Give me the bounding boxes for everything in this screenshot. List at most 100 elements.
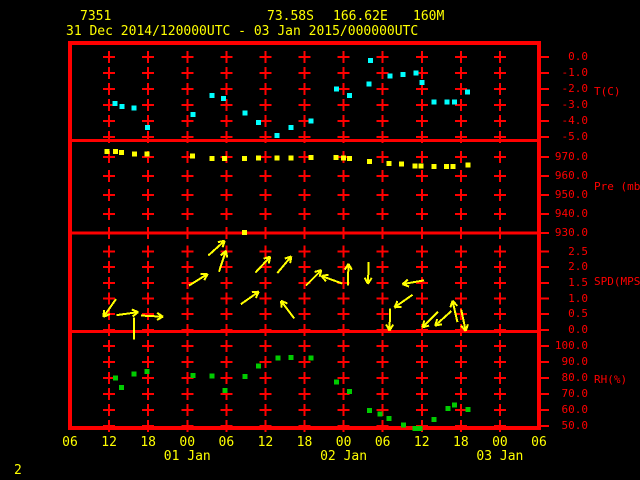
temperature-point bbox=[131, 105, 137, 111]
temperature-point bbox=[255, 120, 261, 126]
relative_humidity-point bbox=[275, 355, 281, 361]
temperature-point bbox=[346, 92, 352, 98]
station-longitude: 166.62E bbox=[333, 9, 388, 24]
y-tick-label-temperature: -4.0 bbox=[561, 114, 589, 127]
temperature-point bbox=[112, 100, 118, 106]
x-tick-label: 06 bbox=[62, 435, 78, 450]
pressure-point bbox=[255, 155, 261, 161]
y-tick-label-wind_speed: 1.0 bbox=[568, 291, 588, 305]
relative_humidity-point bbox=[465, 406, 471, 412]
temperature-point bbox=[464, 89, 470, 95]
x-date-label: 01 Jan bbox=[163, 449, 211, 464]
station-latitude: 73.58S bbox=[267, 9, 314, 24]
temperature-point bbox=[451, 99, 457, 105]
y-tick-label-wind_speed: 1.5 bbox=[568, 275, 588, 289]
x-tick-label: 00 bbox=[492, 435, 508, 450]
wind-arrow bbox=[280, 300, 295, 319]
wind-arrow-head bbox=[224, 250, 229, 258]
x-tick-label: 06 bbox=[218, 435, 235, 450]
y-tick-label-wind_speed: 2.0 bbox=[568, 260, 588, 274]
relative_humidity-point bbox=[144, 368, 150, 374]
x-date-label: 03 Jan bbox=[476, 449, 524, 464]
wind-arrow-head bbox=[289, 256, 293, 264]
x-tick-label: 12 bbox=[101, 435, 117, 450]
y-tick-label-relative_humidity: 50.0 bbox=[561, 418, 589, 432]
temperature-point bbox=[221, 96, 227, 102]
relative_humidity-point bbox=[222, 388, 228, 394]
relative_humidity-point bbox=[333, 379, 339, 385]
pressure-point bbox=[308, 154, 314, 160]
x-tick-label: 06 bbox=[374, 435, 391, 450]
temperature-point bbox=[413, 70, 419, 76]
wind-arrow bbox=[254, 255, 272, 274]
pressure-point bbox=[412, 163, 418, 169]
y-tick-label-wind_speed: 0.0 bbox=[568, 322, 588, 336]
y-tick-label-temperature: -2.0 bbox=[561, 82, 589, 96]
panel-unit-label-temperature: T(C) bbox=[594, 84, 621, 98]
temperature-point bbox=[400, 72, 406, 78]
pressure-point bbox=[346, 156, 352, 162]
wind-arrow-head bbox=[102, 309, 106, 318]
relative_humidity-point bbox=[451, 402, 457, 408]
pressure-point bbox=[399, 161, 405, 167]
pressure-point bbox=[341, 155, 347, 161]
temperature-point bbox=[190, 112, 196, 118]
pressure-point bbox=[418, 163, 424, 169]
wind-arrow bbox=[366, 261, 370, 284]
relative_humidity-point bbox=[346, 389, 352, 395]
relative_humidity-point bbox=[445, 405, 451, 411]
y-tick-label-wind_speed: 2.5 bbox=[568, 244, 588, 258]
station-id: 7351 bbox=[80, 9, 112, 24]
temperature-point bbox=[367, 57, 373, 63]
y-tick-label-pressure: 950.0 bbox=[554, 188, 588, 201]
relative_humidity-point bbox=[308, 355, 314, 361]
y-tick-label-temperature: -3.0 bbox=[561, 98, 589, 112]
y-tick-label-pressure: 930.0 bbox=[554, 226, 588, 239]
relative_humidity-point bbox=[412, 425, 418, 431]
wind-arrow bbox=[305, 269, 323, 287]
y-tick-label-relative_humidity: 70.0 bbox=[561, 386, 589, 400]
x-tick-label: 18 bbox=[140, 435, 156, 450]
panel-unit-label-pressure: Pre (mb) bbox=[594, 179, 640, 193]
relative_humidity-point bbox=[417, 425, 423, 431]
y-tick-label-pressure: 960.0 bbox=[554, 169, 588, 183]
pressure-point bbox=[131, 151, 137, 157]
panel-unit-label-wind_speed: SPD(MPS) bbox=[594, 275, 640, 289]
panel-unit-label-relative_humidity: RH(%) bbox=[594, 372, 628, 386]
pressure-point bbox=[118, 149, 124, 155]
relative_humidity-point bbox=[367, 408, 373, 414]
pressure-point bbox=[209, 155, 215, 161]
relative_humidity-point bbox=[113, 375, 119, 381]
x-tick-label: 00 bbox=[335, 435, 352, 450]
relative_humidity-point bbox=[242, 374, 248, 380]
temperature-point bbox=[444, 99, 450, 105]
relative_humidity-point bbox=[386, 415, 392, 421]
y-tick-label-pressure: 940.0 bbox=[554, 207, 588, 220]
pressure-point bbox=[221, 155, 227, 161]
temperature-point bbox=[242, 110, 248, 116]
pressure-point bbox=[113, 149, 119, 155]
pressure-point bbox=[288, 155, 294, 161]
pressure-point bbox=[144, 151, 150, 157]
page-number: 2 bbox=[14, 463, 22, 478]
pressure-point bbox=[367, 158, 373, 164]
y-tick-label-temperature: -1.0 bbox=[561, 66, 589, 80]
x-tick-label: 18 bbox=[453, 435, 469, 450]
pressure-point bbox=[333, 154, 339, 160]
time-range-title: 31 Dec 2014/120000UTC - 03 Jan 2015/0000… bbox=[66, 24, 419, 39]
wind-arrow bbox=[346, 263, 350, 286]
meteogram-screen: 7351 73.58S 166.62E 160M 31 Dec 2014/120… bbox=[0, 0, 640, 480]
wind-arrow-head bbox=[321, 273, 329, 277]
wind-arrow bbox=[276, 255, 293, 274]
relative_humidity-point bbox=[431, 416, 437, 422]
pressure-point bbox=[444, 164, 450, 170]
x-tick-label: 06 bbox=[531, 435, 547, 450]
y-tick-label-relative_humidity: 100.0 bbox=[554, 339, 588, 353]
pressure-point bbox=[242, 156, 248, 162]
temperature-point bbox=[308, 118, 314, 124]
pressure-point bbox=[242, 229, 248, 235]
x-tick-label: 12 bbox=[413, 435, 430, 450]
relative_humidity-point bbox=[190, 372, 196, 378]
pressure-point bbox=[386, 161, 392, 167]
y-tick-label-relative_humidity: 60.0 bbox=[561, 402, 589, 416]
